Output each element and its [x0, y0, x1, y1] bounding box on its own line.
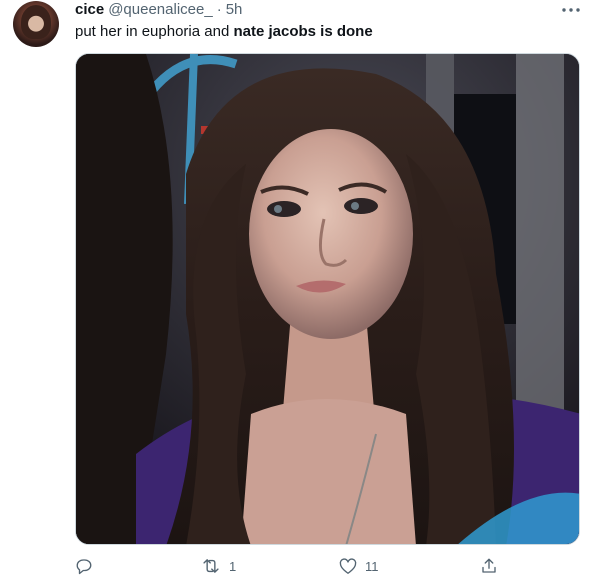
author-display-name[interactable]: cice — [75, 1, 104, 18]
share-icon — [480, 557, 498, 575]
share-button[interactable] — [480, 555, 498, 577]
avatar[interactable] — [13, 1, 59, 47]
tweet-header: cice @queenalicee_ · 5h — [75, 1, 242, 19]
tweet-timestamp[interactable]: 5h — [226, 1, 243, 18]
tweet-photo[interactable] — [75, 53, 580, 545]
like-button[interactable]: 11 — [339, 555, 379, 577]
tweet-text: put her in euphoria and nate jacobs is d… — [75, 23, 373, 41]
tweet[interactable]: cice @queenalicee_ · 5h put her in eupho… — [0, 0, 603, 582]
more-dots-icon[interactable] — [561, 2, 581, 18]
retweet-count: 1 — [229, 558, 237, 574]
tweet-text-normal: put her in euphoria and — [75, 23, 234, 40]
tweet-text-bold: nate jacobs is done — [233, 23, 373, 40]
retweet-icon — [201, 557, 221, 575]
heart-icon — [339, 557, 357, 575]
photo-illustration — [76, 54, 579, 544]
separator-dot: · — [216, 1, 222, 18]
reply-icon — [75, 557, 93, 575]
tweet-actions: 1 11 — [0, 555, 603, 579]
author-handle[interactable]: @queenalicee_ — [108, 1, 212, 18]
retweet-button[interactable]: 1 — [201, 555, 236, 577]
avatar-portrait — [21, 5, 51, 39]
like-count: 11 — [365, 558, 379, 574]
reply-button[interactable] — [75, 555, 101, 577]
